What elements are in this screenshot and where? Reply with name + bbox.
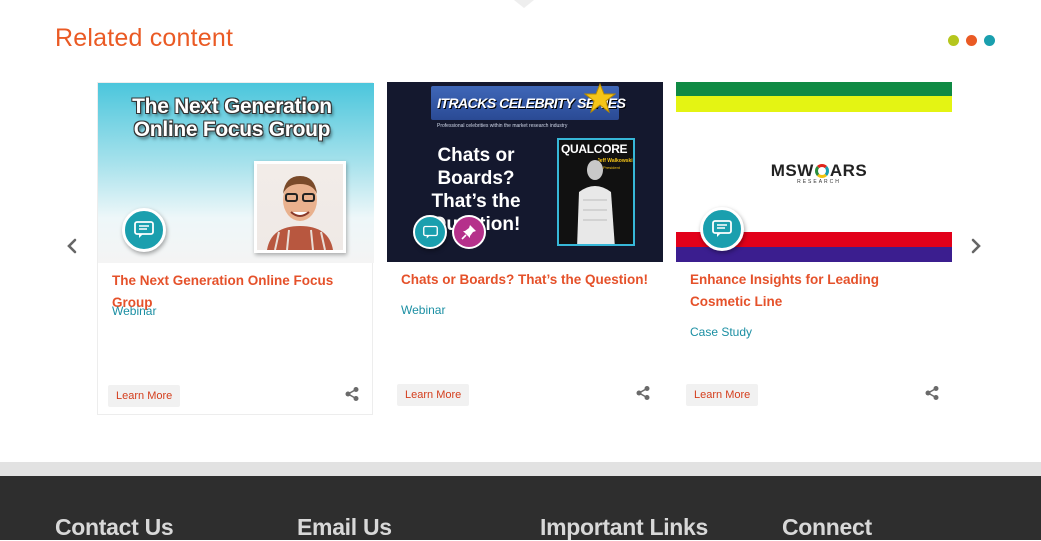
carousel-next-button[interactable]: [966, 236, 986, 256]
share-icon[interactable]: [344, 386, 360, 402]
content-card-1: The Next Generation Online Focus Group T…: [97, 82, 374, 415]
card-type[interactable]: Webinar: [401, 303, 445, 317]
logo-text-1: MSW: [770, 161, 814, 180]
chevron-right-icon: [971, 238, 981, 254]
footer: Contact Us Email Us Important Links Conn…: [0, 476, 1041, 540]
footer-divider: [0, 462, 1041, 476]
footer-heading-connect: Connect: [782, 514, 872, 540]
carousel-prev-button[interactable]: [62, 236, 82, 256]
footer-heading-links: Important Links: [540, 514, 709, 540]
chat-bubble-icon: [700, 207, 744, 251]
logo-o-mark: [814, 164, 829, 178]
carousel-pager: [948, 35, 995, 46]
thumbnail-headline-line1: Chats or Boards?: [437, 145, 515, 189]
card-title[interactable]: Enhance Insights for Leading Cosmetic Li…: [690, 269, 942, 313]
thumbnail-headline-line2: That’s the: [431, 191, 521, 212]
section-title: Related content: [55, 24, 234, 52]
chat-bubble-icon: [122, 208, 166, 252]
content-card-3: MSW ARS RESEARCH Enhance Insights for Lea…: [676, 82, 952, 415]
stripe-yellow: [676, 96, 952, 112]
share-icon[interactable]: [924, 385, 940, 401]
content-card-2: ITRACKS CELEBRITY SERIES Professional ce…: [387, 82, 663, 415]
chat-bubble-icon: [413, 215, 447, 249]
footer-heading-contact: Contact Us: [55, 514, 174, 540]
learn-more-button[interactable]: Learn More: [686, 384, 759, 406]
header-pointer: [514, 0, 534, 8]
chevron-left-icon: [67, 238, 77, 254]
thumbnail-headline-line1: The Next Generation: [132, 95, 332, 118]
footer-heading-email: Email Us: [297, 514, 392, 540]
share-icon[interactable]: [635, 385, 651, 401]
card-thumbnail[interactable]: ITRACKS CELEBRITY SERIES Professional ce…: [387, 82, 663, 262]
logo-text-2: ARS: [829, 161, 868, 180]
thumbnail-banner-subtitle: Professional celebrities within the mark…: [437, 123, 568, 129]
pin-icon: [452, 215, 486, 249]
presenter-photo: [254, 161, 346, 253]
brand-logo: MSW ARS RESEARCH: [764, 161, 874, 185]
learn-more-button[interactable]: Learn More: [108, 385, 181, 407]
card-type[interactable]: Webinar: [112, 304, 156, 318]
star-icon: [584, 82, 616, 114]
pager-dot-2[interactable]: [966, 35, 977, 46]
pager-dot-3[interactable]: [984, 35, 995, 46]
card-title[interactable]: Chats or Boards? That’s the Question!: [401, 269, 653, 291]
thumbnail-headline-line2: Online Focus Group: [133, 118, 331, 141]
card-type[interactable]: Case Study: [690, 325, 752, 339]
learn-more-button[interactable]: Learn More: [397, 384, 470, 406]
stripe-green: [676, 82, 952, 96]
pager-dot-1[interactable]: [948, 35, 959, 46]
thumbnail-headline: The Next Generation Online Focus Group: [116, 95, 348, 141]
magazine-cover: QUALCORE Jeff Walkowski President: [557, 138, 635, 246]
